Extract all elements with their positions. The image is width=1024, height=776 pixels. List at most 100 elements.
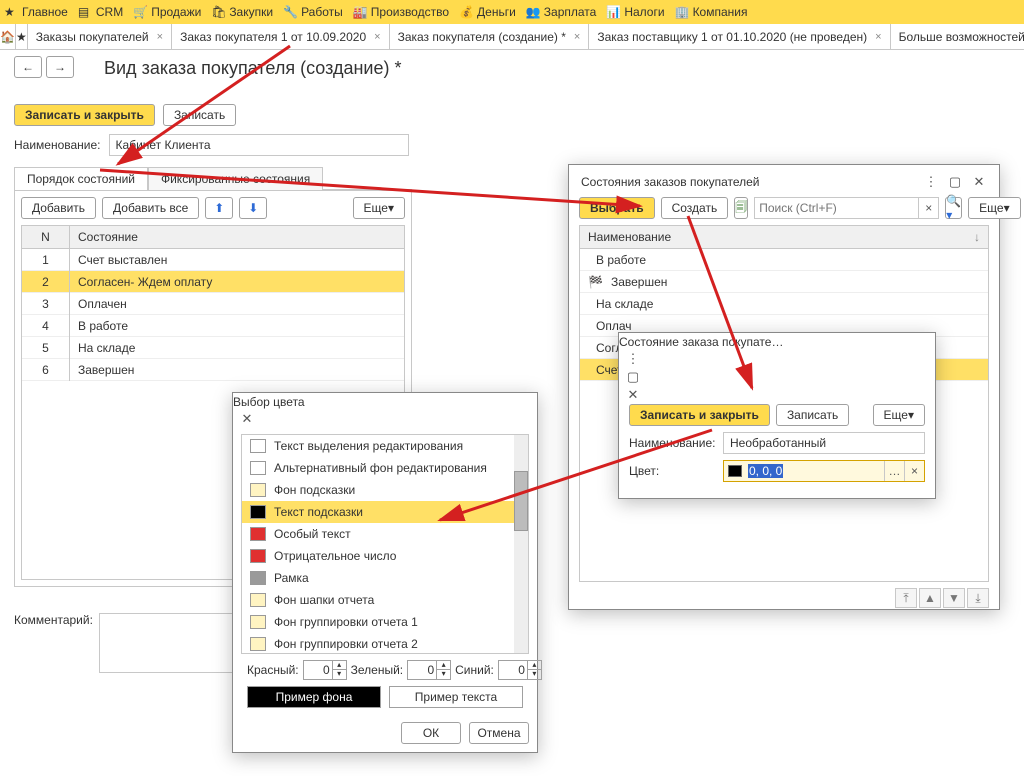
save-button[interactable]: Записать	[163, 104, 236, 126]
table-row[interactable]: 3Оплачен	[22, 293, 404, 315]
color-label: Цвет:	[629, 464, 717, 478]
blue-input[interactable]	[499, 661, 527, 679]
choose-color-button[interactable]: …	[884, 461, 904, 481]
table-row[interactable]: 6Завершен	[22, 359, 404, 381]
table-row[interactable]: 4В работе	[22, 315, 404, 337]
select-button[interactable]: Выбрать	[579, 197, 655, 219]
color-item[interactable]: Фон группировки отчета 1	[242, 611, 528, 633]
tab-fixed-states[interactable]: Фиксированные состояния	[148, 167, 323, 190]
nav-first[interactable]: ⤒	[895, 588, 917, 608]
close-icon[interactable]: ×	[875, 31, 881, 43]
sort-icon[interactable]: ↓	[974, 230, 980, 244]
menu-icon[interactable]: ⋮	[623, 350, 643, 368]
cancel-button[interactable]: Отмена	[469, 722, 529, 744]
more-button[interactable]: Еще ▾	[968, 197, 1020, 219]
nav-item[interactable]: 📊Налоги	[606, 5, 664, 19]
nav-item[interactable]: 💰Деньги	[459, 5, 516, 19]
more-button[interactable]: Еще ▾	[353, 197, 405, 219]
red-input[interactable]	[304, 661, 332, 679]
nav-up[interactable]: ▲	[919, 588, 941, 608]
nav-item[interactable]: 👥Зарплата	[526, 5, 597, 19]
move-down-button[interactable]: ⬇	[239, 197, 267, 219]
save-button[interactable]: Записать	[776, 404, 849, 426]
col-name[interactable]: Наименование	[588, 230, 671, 244]
color-item-label: Фон группировки отчета 2	[274, 637, 418, 651]
color-swatch	[250, 571, 266, 585]
maximize-icon[interactable]: ▢	[623, 368, 643, 386]
close-icon[interactable]: ×	[574, 31, 580, 43]
nav-item[interactable]: 🛒Продажи	[133, 5, 201, 19]
search-input[interactable]	[755, 201, 918, 215]
clear-color-button[interactable]: ×	[904, 461, 924, 481]
color-item[interactable]: Альтернативный фон редактирования	[242, 457, 528, 479]
save-close-button[interactable]: Записать и закрыть	[629, 404, 770, 426]
nav-down[interactable]: ▼	[943, 588, 965, 608]
nav-item[interactable]: 🔧Работы	[283, 5, 343, 19]
list-item-label: На складе	[596, 297, 653, 311]
nav-item[interactable]: ▤CRM	[78, 5, 123, 19]
create-button[interactable]: Создать	[661, 197, 729, 219]
close-icon[interactable]: ×	[157, 31, 163, 43]
color-item[interactable]: Отрицательное число	[242, 545, 528, 567]
tab-states-order[interactable]: Порядок состояний	[14, 167, 148, 190]
color-item[interactable]: Текст подсказки	[242, 501, 528, 523]
close-icon[interactable]: ✕	[237, 410, 257, 428]
nav-item[interactable]: ★Главное	[4, 5, 68, 19]
forward-button[interactable]: →	[46, 56, 74, 78]
nav-item[interactable]: 🏢Компания	[675, 5, 748, 19]
add-button[interactable]: Добавить	[21, 197, 96, 219]
tab[interactable]: Больше возможностей: настройка пр	[891, 24, 1024, 49]
add-all-button[interactable]: Добавить все	[102, 197, 199, 219]
green-input[interactable]	[408, 661, 436, 679]
maximize-icon[interactable]: ▢	[945, 173, 965, 191]
table-row[interactable]: 5На складе	[22, 337, 404, 359]
tab[interactable]: Заказ поставщику 1 от 01.10.2020 (не про…	[589, 24, 890, 49]
save-close-button[interactable]: Записать и закрыть	[14, 104, 155, 126]
close-icon[interactable]: ✕	[969, 173, 989, 191]
color-item[interactable]: Фон группировки отчета 2	[242, 633, 528, 654]
name-input[interactable]	[109, 134, 409, 156]
home-tab[interactable]: 🏠	[0, 24, 16, 49]
col-state[interactable]: Состояние	[70, 226, 404, 248]
list-item[interactable]: В работе	[580, 249, 988, 271]
cell-state: На складе	[70, 337, 404, 359]
search-button[interactable]: 🔍▾	[945, 197, 962, 219]
more-button[interactable]: Еще ▾	[873, 404, 925, 426]
nav-last[interactable]: ⤓	[967, 588, 989, 608]
close-icon[interactable]: ✕	[623, 386, 643, 404]
production-icon: 🏭	[353, 5, 367, 19]
color-item[interactable]: Фон подсказки	[242, 479, 528, 501]
color-item[interactable]: Особый текст	[242, 523, 528, 545]
blue-spin[interactable]: ▴▾	[498, 660, 542, 680]
scrollbar-thumb[interactable]	[514, 471, 528, 531]
green-spin[interactable]: ▴▾	[407, 660, 451, 680]
color-value[interactable]: 0, 0, 0	[746, 464, 884, 478]
state-name-input[interactable]	[723, 432, 925, 454]
clear-search-icon[interactable]: ×	[918, 198, 938, 218]
color-item[interactable]: Рамка	[242, 567, 528, 589]
page-title: Вид заказа покупателя (создание) *	[104, 58, 1024, 79]
star-tab[interactable]: ★	[16, 24, 28, 49]
tab[interactable]: Заказ покупателя (создание) *×	[390, 24, 590, 49]
red-spin[interactable]: ▴▾	[303, 660, 347, 680]
back-button[interactable]: ←	[14, 56, 42, 78]
copy-button[interactable]: 🗐	[734, 197, 748, 219]
col-n[interactable]: N	[22, 226, 70, 248]
nav-item[interactable]: 🛍Закупки	[211, 5, 273, 19]
list-item[interactable]: 🏁Завершен	[580, 271, 988, 293]
tab[interactable]: Заказ покупателя 1 от 10.09.2020×	[172, 24, 390, 49]
table-row[interactable]: 1Счет выставлен	[22, 249, 404, 271]
color-item[interactable]: Фон шапки отчета	[242, 589, 528, 611]
color-list[interactable]: Текст выделения редактированияАльтернати…	[241, 434, 529, 654]
close-icon[interactable]: ×	[374, 31, 380, 43]
menu-icon[interactable]: ⋮	[921, 173, 941, 191]
scrollbar[interactable]	[514, 435, 528, 653]
nav-item[interactable]: 🏭Производство	[353, 5, 449, 19]
color-picker-dialog: Выбор цвета ✕ Текст выделения редактиров…	[232, 392, 538, 753]
table-row[interactable]: 2Согласен- Ждем оплату	[22, 271, 404, 293]
ok-button[interactable]: ОК	[401, 722, 461, 744]
move-up-button[interactable]: ⬆	[205, 197, 233, 219]
color-item[interactable]: Текст выделения редактирования	[242, 435, 528, 457]
tab[interactable]: Заказы покупателей×	[28, 24, 172, 49]
list-item[interactable]: На складе	[580, 293, 988, 315]
